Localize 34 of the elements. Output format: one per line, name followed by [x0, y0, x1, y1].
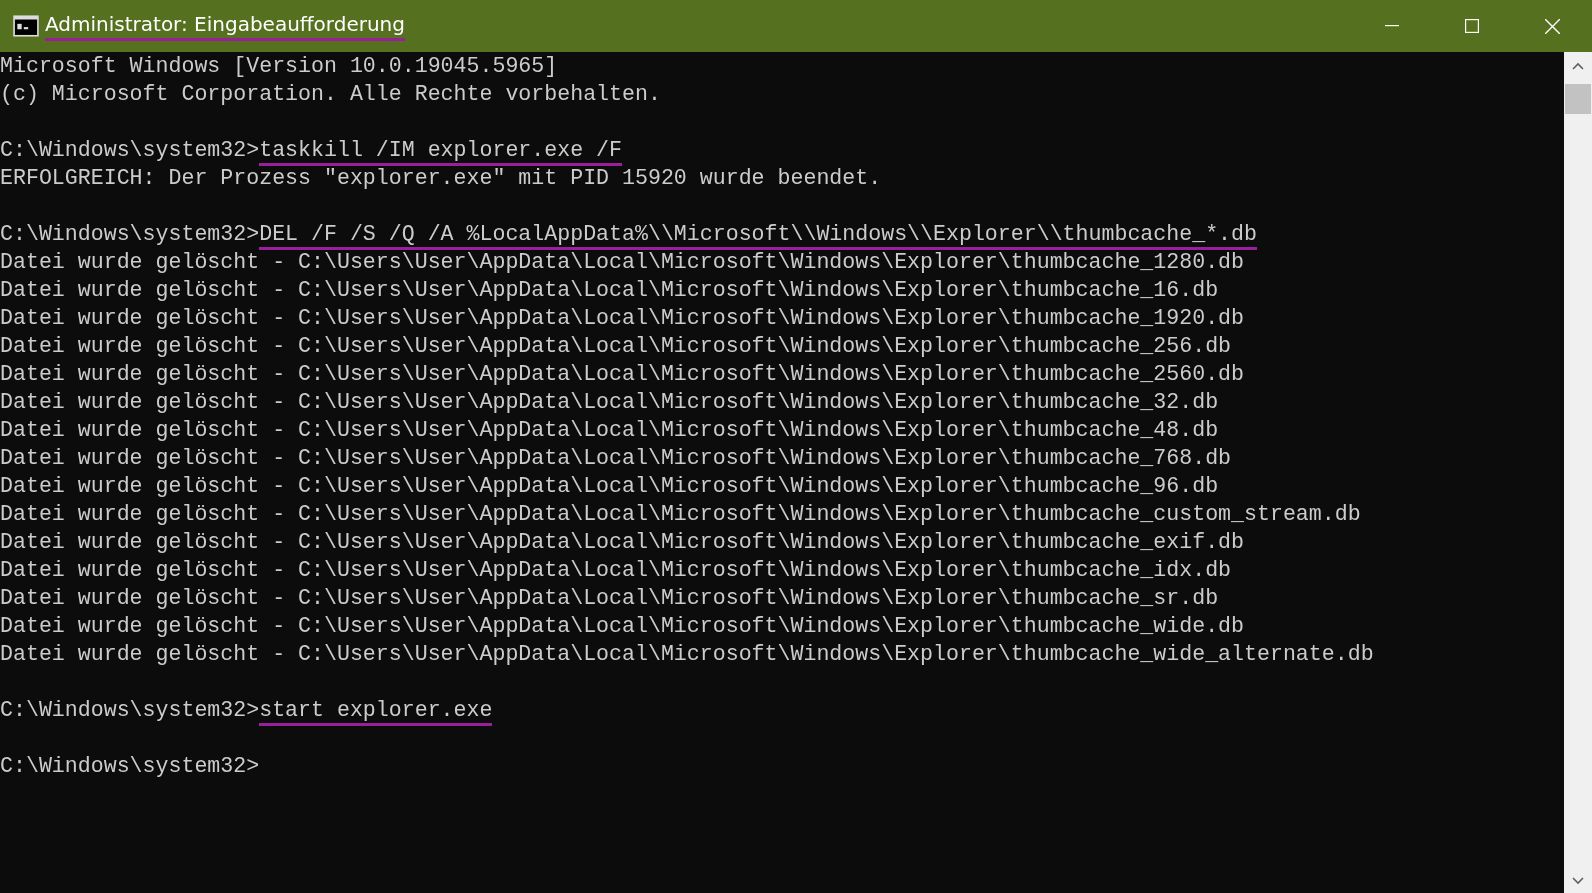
scrollbar[interactable] [1564, 52, 1592, 893]
output-line: (c) Microsoft Corporation. Alle Rechte vorbehalten. [0, 81, 661, 107]
maximize-icon [1465, 19, 1479, 33]
scroll-down-icon[interactable] [1572, 877, 1584, 885]
close-icon [1544, 18, 1560, 34]
output-line: Datei wurde gelöscht - C:\Users\User\AppData\Local\Microsoft\Windows\Explorer\thumbcache_48.db [0, 417, 1219, 443]
output-line: ERFOLGREICH: Der Prozess "explorer.exe" mit PID 15920 wurde beendet. [0, 165, 882, 191]
output-line: Datei wurde gelöscht - C:\Users\User\AppData\Local\Microsoft\Windows\Explorer\thumbcache_16.db [0, 277, 1219, 303]
output-line: Datei wurde gelöscht - C:\Users\User\AppData\Local\Microsoft\Windows\Explorer\thumbcache_idx.db [0, 557, 1232, 583]
command-text: taskkill /IM explorer.exe /F [259, 137, 622, 166]
console-icon [13, 15, 39, 37]
output-line: Datei wurde gelöscht - C:\Users\User\AppData\Local\Microsoft\Windows\Explorer\thumbcache_wide_alternate.db [0, 641, 1374, 667]
command-text: start explorer.exe [259, 697, 493, 726]
scrollbar-thumb[interactable] [1565, 84, 1591, 114]
output-line: Datei wurde gelöscht - C:\Users\User\AppData\Local\Microsoft\Windows\Explorer\thumbcache_exif.db [0, 529, 1244, 555]
output-line: Microsoft Windows [Version 10.0.19045.5965] [0, 53, 558, 79]
output-line: Datei wurde gelöscht - C:\Users\User\AppData\Local\Microsoft\Windows\Explorer\thumbcache_768.db [0, 445, 1232, 471]
output-line: Datei wurde gelöscht - C:\Users\User\AppData\Local\Microsoft\Windows\Explorer\thumbcache_1920.db [0, 305, 1244, 331]
scroll-up-icon[interactable] [1572, 62, 1584, 70]
output-line: Datei wurde gelöscht - C:\Users\User\AppData\Local\Microsoft\Windows\Explorer\thumbcache_custom_stream.db [0, 501, 1361, 527]
output-line: Datei wurde gelöscht - C:\Users\User\AppData\Local\Microsoft\Windows\Explorer\thumbcache_32.db [0, 389, 1219, 415]
output-line: Datei wurde gelöscht - C:\Users\User\AppData\Local\Microsoft\Windows\Explorer\thumbcache_1280.db [0, 249, 1244, 275]
window-title: Administrator: Eingabeaufforderung [45, 11, 405, 41]
minimize-icon [1385, 25, 1399, 27]
command-text: DEL /F /S /Q /A %LocalAppData%\\Microsoft\\Windows\\Explorer\\thumbcache_*.db [259, 221, 1257, 250]
command-prompt: C:\Windows\system32> [0, 221, 260, 247]
command-prompt: C:\Windows\system32> [0, 137, 260, 163]
output-line: Datei wurde gelöscht - C:\Users\User\AppData\Local\Microsoft\Windows\Explorer\thumbcache_wide.db [0, 613, 1244, 639]
output-line: Datei wurde gelöscht - C:\Users\User\AppData\Local\Microsoft\Windows\Explorer\thumbcache_96.db [0, 473, 1219, 499]
output-line: Datei wurde gelöscht - C:\Users\User\AppData\Local\Microsoft\Windows\Explorer\thumbcache_2560.db [0, 361, 1244, 387]
output-line: Datei wurde gelöscht - C:\Users\User\AppData\Local\Microsoft\Windows\Explorer\thumbcache_256.db [0, 333, 1232, 359]
command-prompt: C:\Windows\system32> [0, 753, 260, 779]
command-prompt: C:\Windows\system32> [0, 697, 260, 723]
output-line: Datei wurde gelöscht - C:\Users\User\AppData\Local\Microsoft\Windows\Explorer\thumbcache_sr.db [0, 585, 1219, 611]
